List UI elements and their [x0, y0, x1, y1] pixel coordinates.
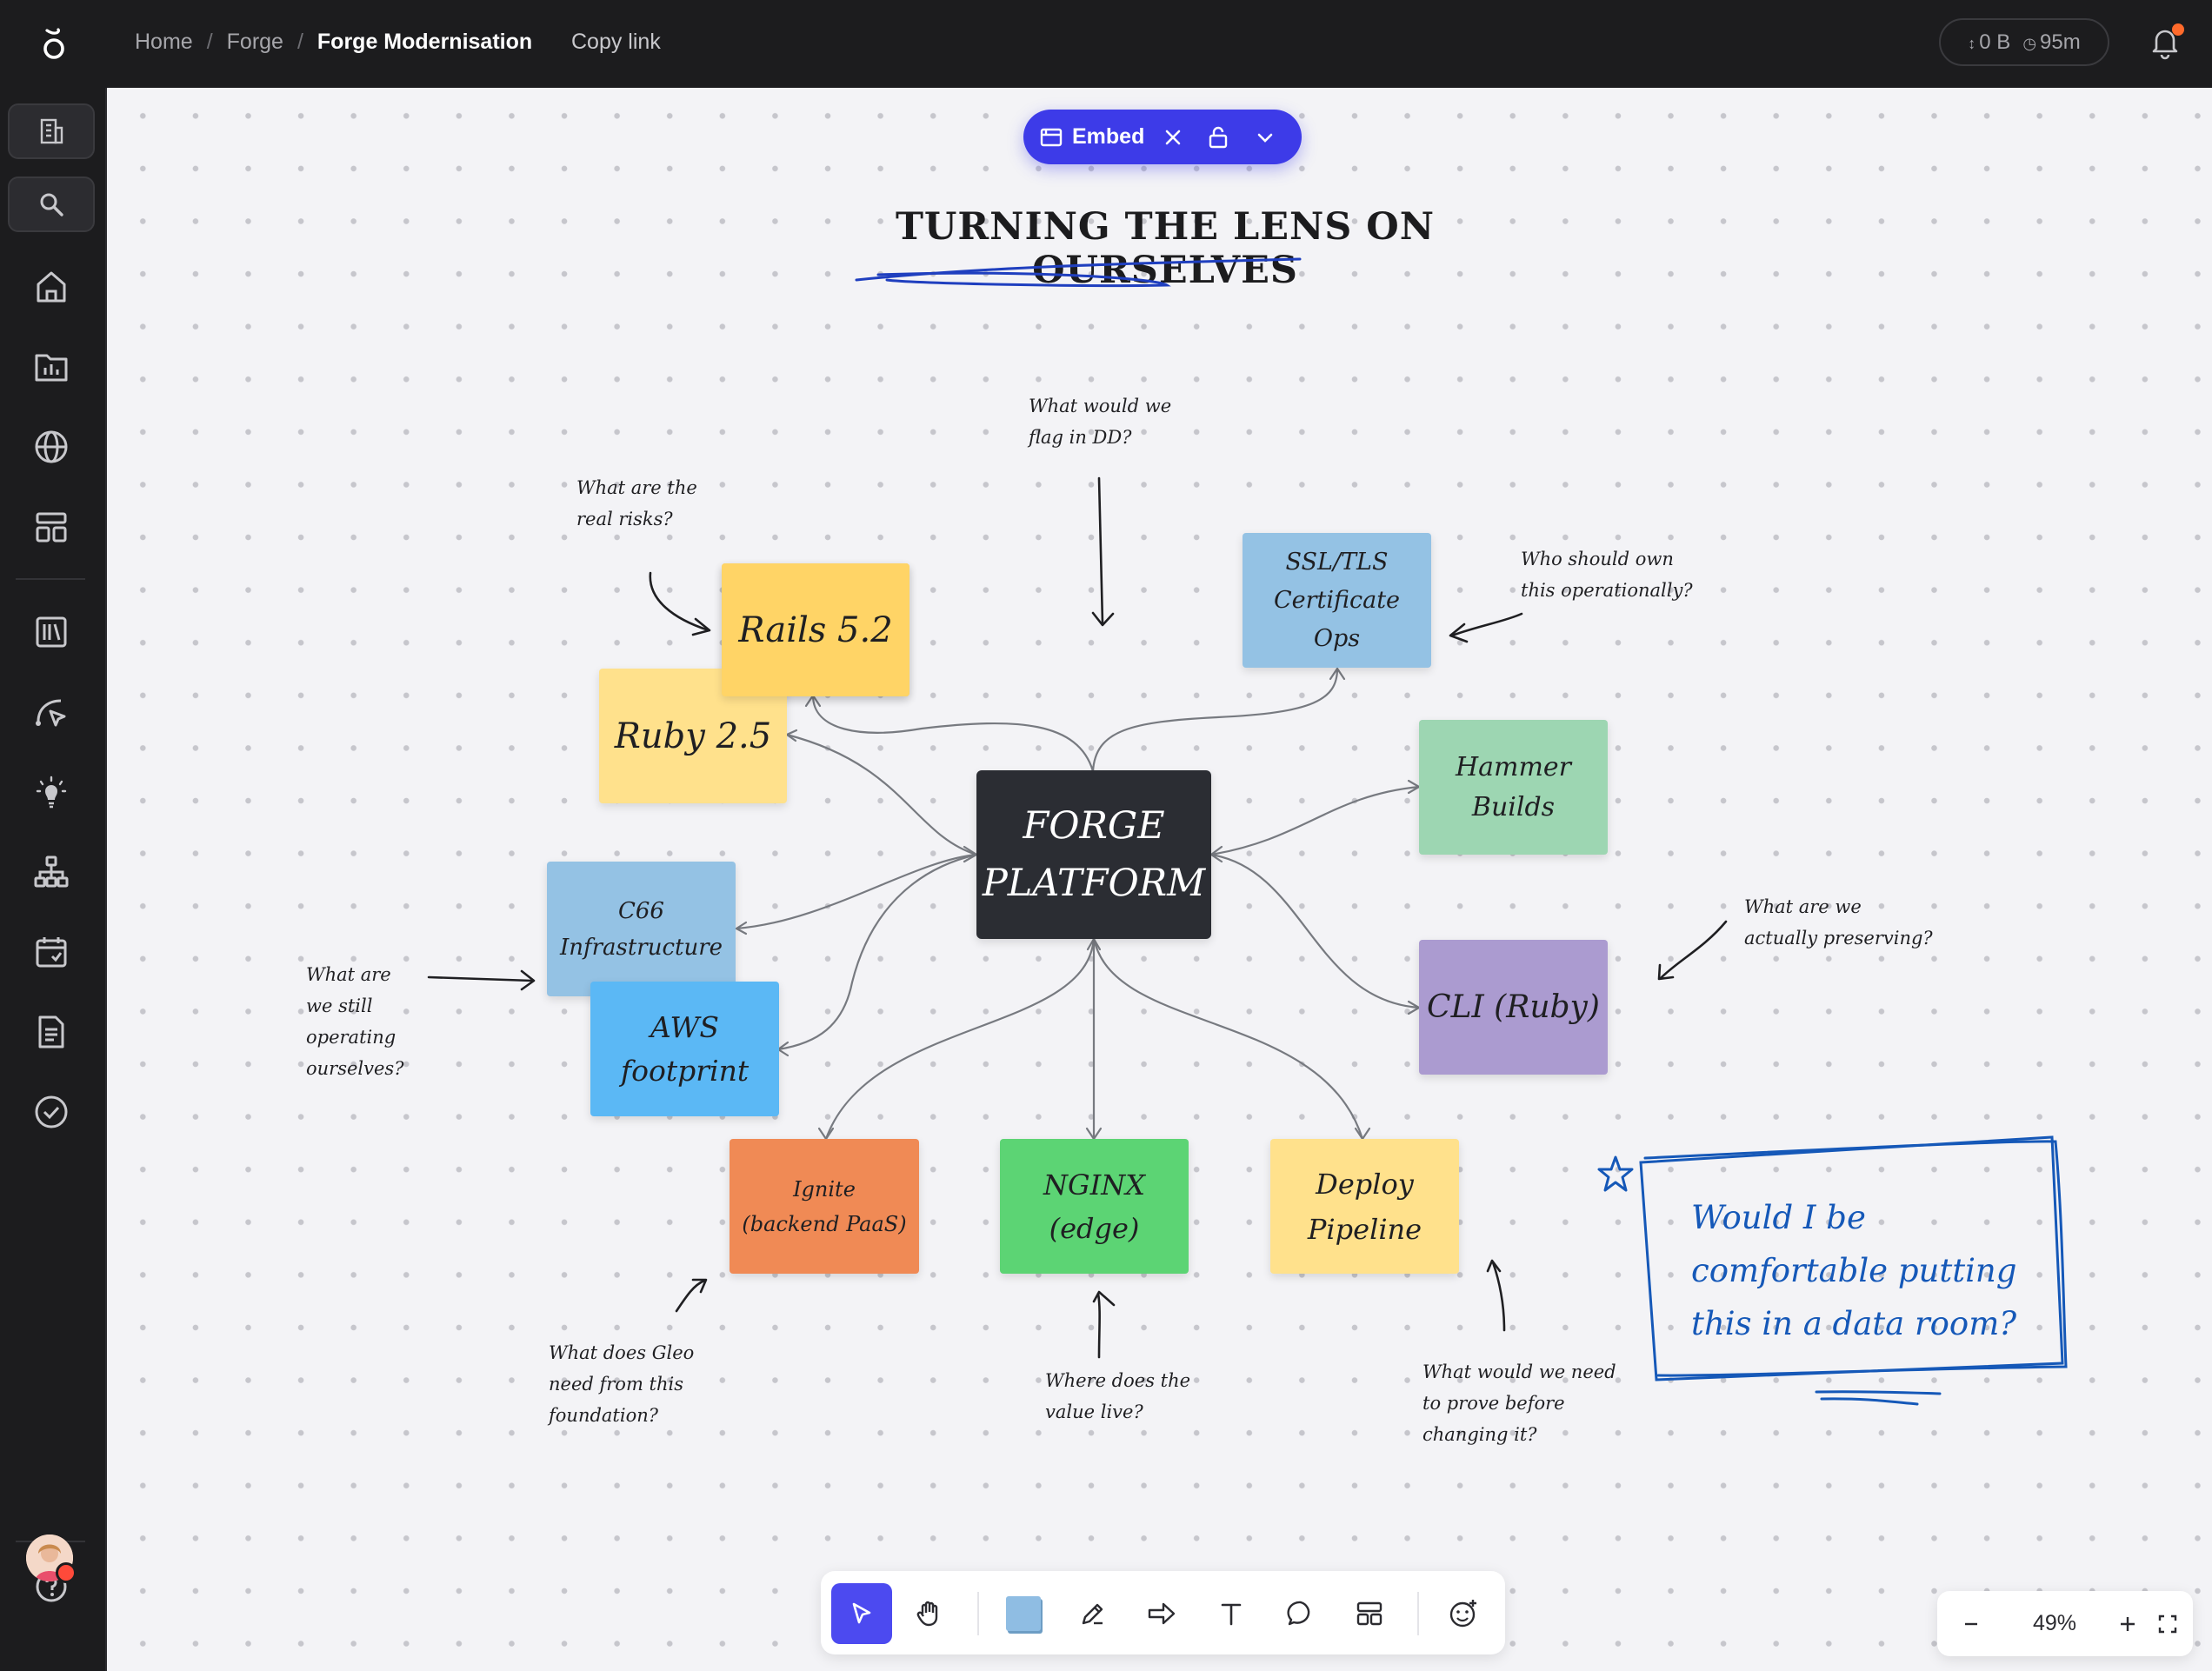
note-c66-line: Infrastructure — [559, 934, 723, 961]
annotation-dd[interactable]: What would we flag in DD? — [1029, 390, 1171, 453]
toolbar-separator — [977, 1592, 979, 1635]
template-icon — [1356, 1601, 1382, 1626]
callout-line: Would I be — [1691, 1199, 1866, 1236]
text-icon — [1221, 1603, 1242, 1626]
annotation-line: foundation? — [549, 1405, 659, 1426]
annotation-line: value live? — [1045, 1401, 1143, 1422]
note-cli-text: CLI (Ruby) — [1427, 989, 1600, 1025]
note-rails-text: Rails 5.2 — [738, 609, 893, 650]
annotation-risks[interactable]: What are the real risks? — [576, 472, 697, 535]
note-ignite-line: Ignite — [793, 1176, 856, 1202]
note-ssl-line: Certificate Ops — [1273, 586, 1401, 652]
note-center-line: FORGE — [1023, 804, 1165, 848]
zoom-out-button[interactable] — [1949, 1591, 1993, 1656]
annotation-line: What are we — [1744, 896, 1862, 917]
annotation-own[interactable]: Who should own this operationally? — [1521, 543, 1693, 606]
note-hammer[interactable]: Hammer Builds — [1419, 720, 1608, 855]
note-aws-line: footprint — [620, 1053, 750, 1088]
note-ssl[interactable]: SSL/TLS Certificate Ops — [1243, 533, 1431, 668]
annotation-line: Who should own — [1521, 549, 1674, 569]
note-aws-line: AWS — [650, 1009, 720, 1044]
annotation-line: we still — [306, 995, 373, 1016]
annotation-line: actually preserving? — [1744, 928, 1933, 949]
cursor-icon — [852, 1602, 871, 1624]
note-forge-platform[interactable]: FORGE PLATFORM — [976, 770, 1211, 939]
callout-line: comfortable putting — [1691, 1252, 2017, 1289]
note-deploy[interactable]: Deploy Pipeline — [1270, 1139, 1459, 1274]
pencil-icon — [1082, 1603, 1103, 1625]
annotation-line: this operationally? — [1521, 580, 1693, 601]
annotation-line: Where does the — [1045, 1370, 1191, 1391]
fit-screen-button[interactable] — [2146, 1591, 2189, 1656]
bottom-toolbar — [821, 1571, 1505, 1654]
callout-line: this in a data room? — [1691, 1305, 2017, 1342]
annotation-line: What would we — [1029, 396, 1172, 416]
annotation-line: real risks? — [576, 509, 673, 529]
annotation-line: operating — [306, 1027, 396, 1048]
zoom-level[interactable]: 49% — [1998, 1591, 2111, 1656]
text-tool-button[interactable] — [1201, 1583, 1262, 1644]
fullscreen-icon — [2158, 1614, 2177, 1633]
toolbar-separator — [1417, 1592, 1419, 1635]
annotation-line: need from this — [549, 1374, 683, 1395]
annotation-line: changing it? — [1422, 1424, 1537, 1445]
callout-question[interactable]: Would I be comfortable putting this in a… — [1691, 1191, 2074, 1350]
note-nginx-line: (edge) — [1049, 1211, 1140, 1245]
annotation-operating[interactable]: What are we still operating ourselves? — [306, 959, 403, 1084]
comment-tool-button[interactable] — [1270, 1583, 1331, 1644]
note-deploy-line: Deploy — [1316, 1167, 1414, 1201]
annotation-prove[interactable]: What would we need to prove before chang… — [1422, 1356, 1616, 1450]
note-hammer-line: Hammer — [1455, 751, 1572, 782]
pen-tool-button[interactable] — [1063, 1583, 1123, 1644]
select-tool-button[interactable] — [831, 1583, 892, 1644]
annotation-value[interactable]: Where does the value live? — [1045, 1365, 1190, 1428]
note-cli[interactable]: CLI (Ruby) — [1419, 940, 1608, 1075]
annotation-gleo[interactable]: What does Gleo need from this foundation… — [549, 1337, 694, 1431]
note-ruby-text: Ruby 2.5 — [614, 716, 772, 756]
sticky-note-tool-button[interactable] — [993, 1583, 1054, 1644]
hand-tool-button[interactable] — [899, 1583, 960, 1644]
annotation-line: ourselves? — [306, 1058, 404, 1079]
arrow-tool-button[interactable] — [1131, 1583, 1192, 1644]
annotation-line: What are — [306, 964, 391, 985]
arrow-icon — [1148, 1602, 1176, 1625]
title-underline — [855, 257, 1302, 288]
annotation-line: What would we need — [1422, 1361, 1616, 1382]
note-aws[interactable]: AWS footprint — [590, 982, 779, 1116]
add-emoji-icon — [1449, 1600, 1476, 1628]
note-ignite[interactable]: Ignite (backend PaaS) — [730, 1139, 919, 1274]
minus-icon — [1965, 1622, 1977, 1625]
note-hammer-line: Builds — [1471, 791, 1556, 822]
annotation-line: What are the — [576, 477, 697, 498]
zoom-in-button[interactable] — [2106, 1591, 2149, 1656]
annotation-line: flag in DD? — [1029, 427, 1132, 448]
plus-icon — [2121, 1616, 2135, 1631]
hand-icon — [916, 1601, 938, 1627]
note-deploy-line: Pipeline — [1307, 1212, 1422, 1246]
note-rails-front[interactable]: Rails 5.2 — [722, 563, 909, 696]
zoom-control: 49% — [1937, 1591, 2193, 1656]
comment-icon — [1287, 1601, 1310, 1626]
note-nginx[interactable]: NGINX (edge) — [1000, 1139, 1189, 1274]
note-c66-line: C66 — [618, 897, 664, 924]
annotation-line: What does Gleo — [549, 1342, 695, 1363]
note-center-line: PLATFORM — [982, 862, 1206, 905]
annotation-line: to prove before — [1422, 1393, 1565, 1414]
note-ignite-line: (backend PaaS) — [742, 1211, 907, 1236]
note-ssl-line: SSL/TLS — [1285, 548, 1389, 576]
note-c66[interactable]: C66 Infrastructure — [547, 862, 736, 996]
star-icon — [1597, 1155, 1634, 1192]
annotation-preserving[interactable]: What are we actually preserving? — [1744, 891, 1933, 954]
template-tool-button[interactable] — [1339, 1583, 1400, 1644]
emoji-tool-button[interactable] — [1433, 1583, 1494, 1644]
note-nginx-line: NGINX — [1043, 1168, 1145, 1202]
sticky-note-icon — [1006, 1596, 1041, 1631]
